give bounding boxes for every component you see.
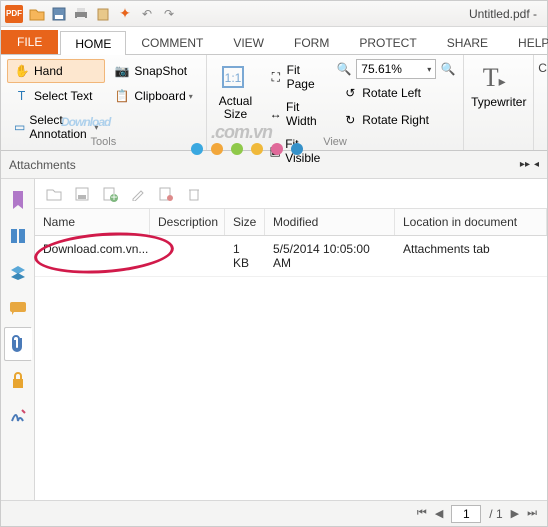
security-tab[interactable]: [4, 363, 32, 397]
zoom-level-input[interactable]: 75.61%▾: [356, 59, 436, 79]
print-icon[interactable]: [71, 4, 91, 24]
tab-protect[interactable]: PROTECT: [344, 30, 431, 54]
save-attachment-icon[interactable]: [73, 185, 91, 203]
main-area: + Name Description Size Modified Locatio…: [1, 179, 547, 500]
add-attachment-icon[interactable]: +: [101, 185, 119, 203]
clipboard-button[interactable]: 📋Clipboard: [107, 84, 199, 108]
hand-icon: ✋: [14, 63, 30, 79]
quick-access-toolbar: PDF ✦ ↶ ↷ Untitled.pdf -: [1, 1, 547, 27]
tab-comment[interactable]: COMMENT: [126, 30, 218, 54]
save-icon[interactable]: [49, 4, 69, 24]
table-header: Name Description Size Modified Location …: [35, 209, 547, 236]
attachments-toolbar: +: [35, 179, 547, 209]
fit-page-icon: ⛶: [269, 69, 282, 85]
group-label-tools: Tools: [1, 136, 206, 148]
actual-size-icon: 1:1: [219, 63, 251, 95]
clipboard-small-icon: 📋: [114, 88, 130, 104]
tab-home[interactable]: HOME: [60, 31, 126, 55]
edit-attachment-icon[interactable]: [129, 185, 147, 203]
redo-icon[interactable]: ↷: [159, 4, 179, 24]
col-description[interactable]: Description: [150, 209, 225, 235]
settings-attachment-icon[interactable]: [157, 185, 175, 203]
annotation-icon: ▭: [14, 119, 25, 135]
cell-size: 1 KB: [225, 236, 265, 276]
fit-width-button[interactable]: ↔Fit Width: [262, 96, 331, 132]
tab-form[interactable]: FORM: [279, 30, 344, 54]
cell-modified: 5/5/2014 10:05:00 AM: [265, 236, 395, 276]
panel-title: Attachments: [9, 158, 76, 172]
chevron-down-icon: ▾: [427, 65, 431, 74]
page-total: / 1: [489, 507, 502, 521]
cell-description: [150, 236, 225, 276]
rotate-left-icon: ↺: [342, 85, 358, 101]
cell-name: Download.com.vn...: [35, 236, 150, 276]
fit-page-button[interactable]: ⛶Fit Page: [262, 59, 331, 95]
zoom-out-button[interactable]: 🔍: [335, 60, 353, 78]
ribbon: ✋Hand ᎢSelect Text ▭Select Annotation 📷S…: [1, 55, 547, 151]
bookmarks-tab[interactable]: [4, 183, 32, 217]
table-row[interactable]: Download.com.vn... 1 KB 5/5/2014 10:05:0…: [35, 236, 547, 277]
first-page-icon[interactable]: ⏮: [417, 507, 427, 520]
svg-text:1:1: 1:1: [225, 71, 242, 85]
pages-tab[interactable]: [4, 219, 32, 253]
rotate-left-button[interactable]: ↺Rotate Left: [335, 81, 457, 105]
camera-icon: 📷: [114, 63, 130, 79]
attachments-table: Name Description Size Modified Location …: [35, 209, 547, 500]
snapshot-button[interactable]: 📷SnapShot: [107, 59, 199, 83]
tab-help[interactable]: HELP: [503, 30, 548, 54]
fit-width-icon: ↔: [269, 106, 282, 122]
col-name[interactable]: Name: [35, 209, 150, 235]
hand-tool-button[interactable]: ✋Hand: [7, 59, 105, 83]
open-attachment-icon[interactable]: [45, 185, 63, 203]
group-label-view: View: [207, 136, 463, 148]
col-modified[interactable]: Modified: [265, 209, 395, 235]
col-location[interactable]: Location in document: [395, 209, 547, 235]
typewriter-icon: T▸: [483, 63, 515, 95]
layers-tab[interactable]: [4, 255, 32, 289]
next-page-icon[interactable]: ▶: [511, 507, 519, 520]
actual-size-button[interactable]: 1:1 Actual Size: [213, 59, 258, 125]
attachments-panel: + Name Description Size Modified Locatio…: [35, 179, 547, 500]
sparkle-icon[interactable]: ✦: [115, 4, 135, 24]
status-bar: ⏮ ◀ / 1 ▶ ⏭: [1, 500, 547, 526]
svg-text:+: +: [110, 190, 117, 202]
rotate-right-button[interactable]: ↻Rotate Right: [335, 108, 457, 132]
attachments-tab[interactable]: [4, 327, 32, 361]
page-number-input[interactable]: [451, 505, 481, 523]
undo-icon[interactable]: ↶: [137, 4, 157, 24]
ribbon-overflow: Co: [534, 55, 547, 150]
panel-next-icon[interactable]: ◂: [534, 159, 539, 170]
tab-file[interactable]: FILE: [1, 30, 58, 54]
rotate-right-icon: ↻: [342, 112, 358, 128]
panel-prev-icon[interactable]: ▸▸: [520, 159, 530, 170]
window-title: Untitled.pdf -: [469, 7, 543, 21]
cell-location: Attachments tab: [395, 236, 547, 276]
typewriter-button[interactable]: T▸ Typewriter: [465, 59, 532, 113]
tab-view[interactable]: VIEW: [218, 30, 279, 54]
last-page-icon[interactable]: ⏭: [527, 507, 537, 520]
open-icon[interactable]: [27, 4, 47, 24]
signatures-tab[interactable]: [4, 399, 32, 433]
text-cursor-icon: Ꭲ: [14, 88, 30, 104]
select-text-button[interactable]: ᎢSelect Text: [7, 84, 105, 108]
left-sidebar: [1, 179, 35, 500]
prev-page-icon[interactable]: ◀: [435, 507, 443, 520]
pdf-app-icon: PDF: [5, 5, 23, 23]
clipboard-icon[interactable]: [93, 4, 113, 24]
col-size[interactable]: Size: [225, 209, 265, 235]
comments-tab[interactable]: [4, 291, 32, 325]
ribbon-tabs: FILE HOME COMMENT VIEW FORM PROTECT SHAR…: [1, 27, 547, 55]
tab-share[interactable]: SHARE: [432, 30, 503, 54]
zoom-in-button[interactable]: 🔍: [439, 60, 457, 78]
delete-attachment-icon[interactable]: [185, 185, 203, 203]
